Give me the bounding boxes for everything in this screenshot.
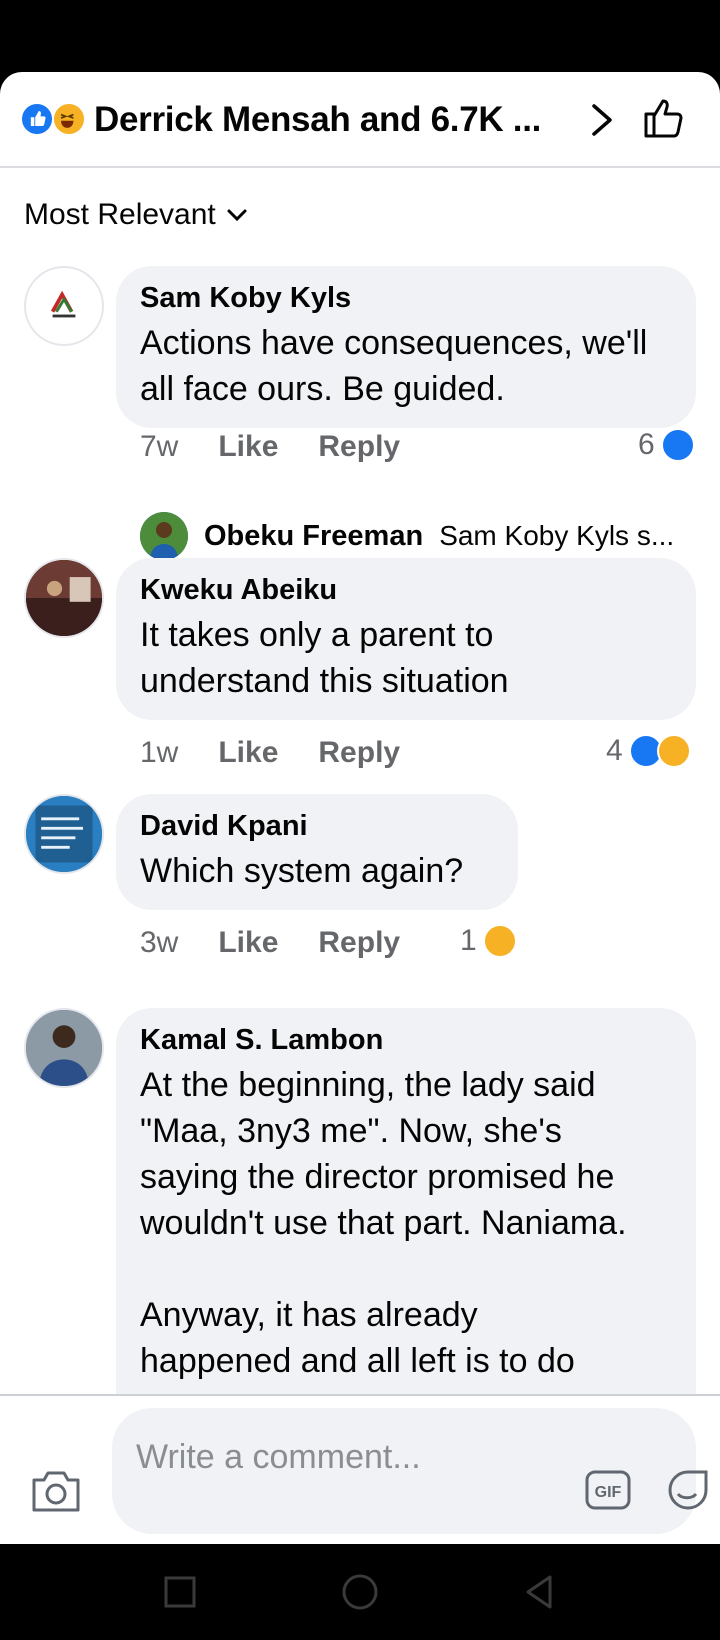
reply-text: Sam Koby Kyls s... bbox=[439, 520, 675, 551]
reaction-count: 1 bbox=[460, 924, 477, 957]
home-icon[interactable] bbox=[340, 1572, 380, 1612]
avatar[interactable] bbox=[24, 266, 104, 346]
commenter-name[interactable]: Kamal S. Lambon bbox=[140, 1022, 672, 1058]
comment-line: wouldn't use that part. Naniama. bbox=[140, 1204, 627, 1242]
comment-text: Actions have consequences, we'll all fac… bbox=[140, 324, 648, 408]
comment-input[interactable]: Write a comment... GIF bbox=[112, 1408, 708, 1534]
like-button[interactable]: Like bbox=[218, 736, 278, 770]
reactions-summary-title[interactable]: Derrick Mensah and 6.7K ... bbox=[94, 100, 541, 140]
recent-apps-icon[interactable] bbox=[160, 1572, 200, 1612]
comment-bubble[interactable]: David Kpani Which system again? bbox=[116, 794, 518, 910]
comment-line: Anyway, it has already bbox=[140, 1296, 478, 1334]
comment-line: saying the director promised he bbox=[140, 1158, 615, 1196]
comment-bubble[interactable]: Kamal S. Lambon At the beginning, the la… bbox=[116, 1008, 696, 1428]
like-icon bbox=[660, 428, 695, 462]
reactions-header[interactable]: Derrick Mensah and 6.7K ... bbox=[0, 72, 720, 168]
reaction-summary[interactable]: 1 bbox=[460, 924, 517, 958]
comment-bubble[interactable]: Sam Koby Kyls Actions have consequences,… bbox=[116, 266, 696, 428]
status-bar bbox=[0, 0, 720, 72]
comment-text: At the beginning, the lady said "Maa, 3n… bbox=[140, 1062, 672, 1384]
comment-line: happened and all left is to do bbox=[140, 1342, 575, 1380]
sort-label: Most Relevant bbox=[24, 198, 216, 231]
reaction-summary[interactable]: 6 bbox=[638, 428, 695, 462]
comment-text: It takes only a parent to understand thi… bbox=[140, 616, 509, 700]
system-navigation-bar bbox=[0, 1544, 720, 1640]
haha-icon bbox=[482, 924, 517, 958]
comment-actions: 1w Like Reply bbox=[140, 736, 400, 770]
reply-button[interactable]: Reply bbox=[318, 926, 400, 960]
avatar[interactable] bbox=[24, 558, 104, 638]
commenter-name[interactable]: Sam Koby Kyls bbox=[140, 280, 672, 316]
reply-preview[interactable]: Obeku Freeman Sam Koby Kyls s... bbox=[140, 512, 680, 560]
avatar bbox=[140, 512, 188, 560]
avatar[interactable] bbox=[24, 794, 104, 874]
comment-line: "Maa, 3ny3 me". Now, she's bbox=[140, 1112, 562, 1150]
reply-author-name: Obeku Freeman bbox=[204, 519, 424, 552]
sort-dropdown[interactable]: Most Relevant bbox=[24, 198, 248, 232]
comment-actions: 3w Like Reply bbox=[140, 926, 400, 960]
back-icon[interactable] bbox=[520, 1572, 560, 1612]
comment-placeholder: Write a comment... bbox=[136, 1438, 421, 1476]
comment-bubble[interactable]: Kweku Abeiku It takes only a parent to u… bbox=[116, 558, 696, 720]
comment-time: 3w bbox=[140, 926, 179, 959]
avatar[interactable] bbox=[24, 1008, 104, 1088]
like-button[interactable]: Like bbox=[218, 430, 278, 464]
reaction-count: 6 bbox=[638, 428, 655, 461]
comment-line: At the beginning, the lady said bbox=[140, 1066, 596, 1104]
like-button[interactable]: Like bbox=[218, 926, 278, 960]
haha-reaction-icon bbox=[52, 102, 86, 136]
like-reaction-icon bbox=[20, 102, 54, 136]
comment-line bbox=[140, 1246, 672, 1292]
chevron-right-icon[interactable] bbox=[584, 100, 620, 140]
reactions-comments-sheet: Derrick Mensah and 6.7K ... Most Relevan… bbox=[0, 72, 720, 1544]
comment-time: 7w bbox=[140, 430, 179, 463]
gif-icon[interactable]: GIF bbox=[584, 1468, 632, 1512]
comment-text: Which system again? bbox=[140, 852, 464, 890]
comment-time: 1w bbox=[140, 736, 179, 769]
reply-button[interactable]: Reply bbox=[318, 430, 400, 464]
commenter-name[interactable]: David Kpani bbox=[140, 808, 494, 844]
like-outline-icon[interactable] bbox=[640, 94, 688, 142]
reaction-summary[interactable]: 4 bbox=[606, 734, 691, 768]
reply-button[interactable]: Reply bbox=[318, 736, 400, 770]
haha-icon bbox=[656, 734, 691, 768]
comment-composer: Write a comment... GIF bbox=[0, 1394, 720, 1544]
commenter-name[interactable]: Kweku Abeiku bbox=[140, 572, 672, 608]
sticker-icon[interactable] bbox=[664, 1466, 712, 1514]
reaction-count: 4 bbox=[606, 734, 623, 767]
camera-icon[interactable] bbox=[30, 1468, 82, 1514]
svg-text:GIF: GIF bbox=[595, 1484, 622, 1501]
comment-actions: 7w Like Reply bbox=[140, 430, 400, 464]
chevron-down-icon bbox=[227, 209, 247, 222]
